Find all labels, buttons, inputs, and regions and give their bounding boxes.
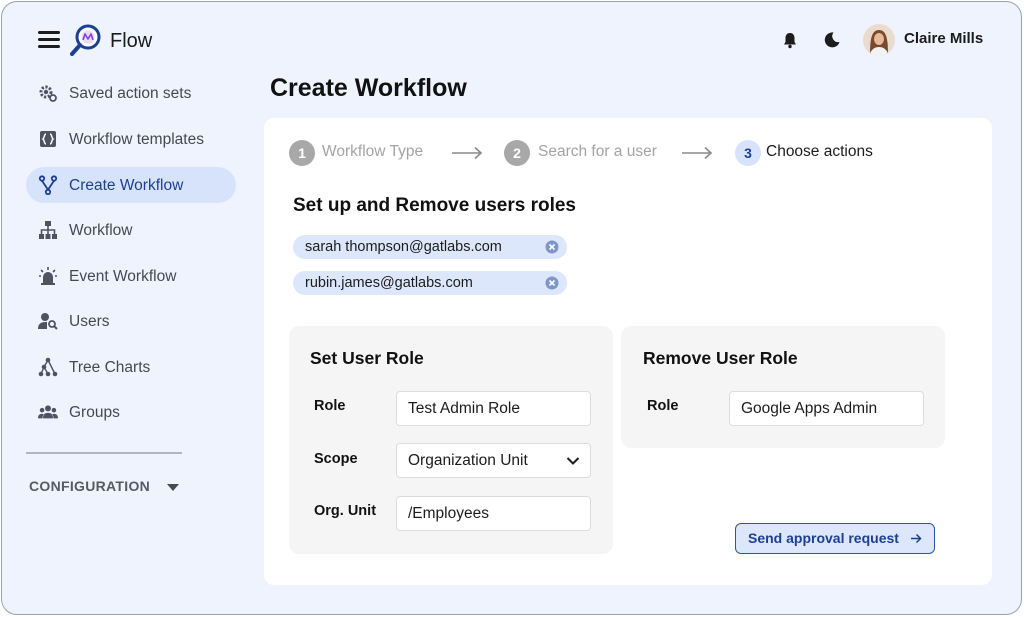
chevron-down-icon: [566, 457, 580, 465]
scope-select[interactable]: Organization Unit: [396, 443, 591, 478]
user-email-chip: rubin.james@gatlabs.com: [293, 271, 567, 295]
role-label: Role: [314, 398, 346, 414]
scope-value: Organization Unit: [408, 452, 528, 469]
section-title: Set up and Remove users roles: [293, 195, 576, 216]
braces-icon: [40, 131, 56, 147]
remove-role-value: Google Apps Admin: [741, 400, 878, 417]
flow-logo-icon: [70, 24, 101, 56]
sidebar-item-saved-action-sets[interactable]: Saved action sets: [26, 75, 236, 111]
arrow-right-icon: [452, 146, 483, 160]
sidebar-item-label: Event Workflow: [69, 268, 177, 285]
sidebar-item-event-workflow[interactable]: Event Workflow: [26, 258, 236, 294]
step-2-label: Search for a user: [538, 143, 657, 160]
remove-role-label: Role: [647, 398, 679, 414]
sidebar-item-label: Tree Charts: [69, 359, 151, 376]
org-unit-label: Org. Unit: [314, 503, 377, 519]
remove-role-input[interactable]: Google Apps Admin: [729, 391, 924, 426]
send-button-label: Send approval request: [748, 530, 899, 546]
sidebar-item-create-workflow[interactable]: Create Workflow: [26, 167, 236, 203]
bell-icon[interactable]: [781, 31, 799, 49]
app-name: Flow: [110, 30, 153, 52]
set-role-value: Test Admin Role: [408, 400, 520, 417]
step-3-label: Choose actions: [766, 143, 873, 160]
step-1-label: Workflow Type: [322, 143, 424, 160]
hierarchy-icon: [39, 221, 57, 239]
sidebar-item-workflow[interactable]: Workflow: [26, 212, 236, 248]
avatar[interactable]: [863, 24, 895, 56]
arrow-right-icon: [682, 146, 713, 160]
dark-mode-moon-icon[interactable]: [823, 31, 841, 49]
gear-cog-icon: [39, 85, 57, 102]
page-title: Create Workflow: [270, 74, 467, 102]
caret-down-icon[interactable]: [167, 484, 179, 491]
scope-label: Scope: [314, 451, 358, 467]
org-unit-value: /Employees: [408, 505, 489, 522]
sidebar-item-label: Create Workflow: [69, 177, 184, 194]
configuration-section-toggle[interactable]: CONFIGURATION: [29, 478, 150, 494]
sidebar-item-workflow-templates[interactable]: Workflow templates: [26, 121, 236, 157]
remove-chip-icon[interactable]: [545, 276, 559, 290]
step-3-number: 3: [735, 140, 761, 166]
send-approval-request-button[interactable]: Send approval request: [735, 523, 935, 554]
app-window: Flow Claire Mills Saved action sets Work…: [1, 1, 1022, 615]
chip-text: rubin.james@gatlabs.com: [305, 275, 473, 291]
remove-user-role-title: Remove User Role: [643, 348, 798, 368]
sidebar-divider: [26, 452, 182, 454]
step-2-number: 2: [504, 140, 530, 166]
sidebar-item-groups[interactable]: Groups: [26, 394, 236, 430]
hamburger-menu-icon[interactable]: [38, 31, 60, 48]
alarm-icon: [39, 267, 57, 285]
remove-user-role-panel: [621, 326, 945, 448]
sidebar-item-tree-charts[interactable]: Tree Charts: [26, 349, 236, 385]
branch-icon: [38, 175, 58, 195]
arrow-right-icon: [911, 533, 922, 544]
groups-icon: [38, 405, 58, 419]
sidebar-item-label: Groups: [69, 404, 120, 421]
user-name: Claire Mills: [904, 30, 984, 47]
remove-chip-icon[interactable]: [545, 240, 559, 254]
tree-chart-icon: [38, 357, 58, 377]
sidebar-item-label: Workflow templates: [69, 131, 204, 148]
set-user-role-title: Set User Role: [310, 348, 424, 368]
user-search-icon: [38, 313, 58, 330]
set-role-input[interactable]: Test Admin Role: [396, 391, 591, 426]
sidebar-item-users[interactable]: Users: [26, 303, 236, 339]
org-unit-input[interactable]: /Employees: [396, 496, 591, 531]
step-1-number: 1: [289, 140, 315, 166]
user-email-chip: sarah thompson@gatlabs.com: [293, 235, 567, 259]
sidebar-item-label: Saved action sets: [69, 85, 192, 102]
chip-text: sarah thompson@gatlabs.com: [305, 239, 502, 255]
sidebar-item-label: Workflow: [69, 222, 133, 239]
sidebar-item-label: Users: [69, 313, 110, 330]
